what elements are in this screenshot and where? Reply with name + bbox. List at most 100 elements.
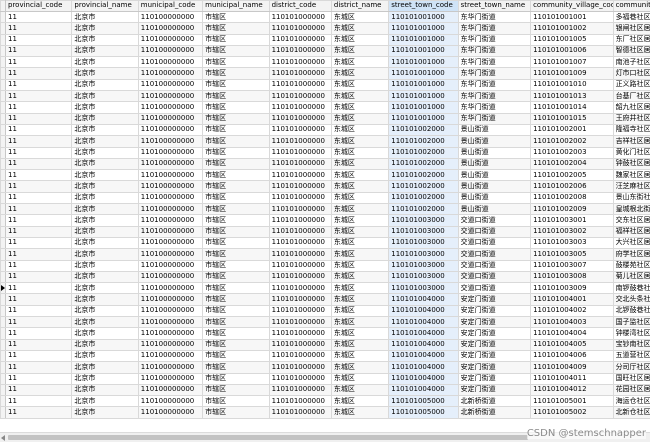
cell-district-name[interactable]: 东城区 [330,214,390,227]
cell-provincial-name[interactable]: 北京市 [71,236,139,250]
cell-municipal-code[interactable]: 110100000000 [137,56,204,69]
cell-municipal-code[interactable]: 110100000000 [137,338,204,351]
cell-provincial-code[interactable]: 11 [5,259,73,272]
cell-district-code[interactable]: 110101000000 [268,361,332,374]
cell-communit[interactable]: 府学社区居 [612,248,650,261]
cell-street-town-name[interactable]: 交道口街道 [457,236,532,250]
cell-municipal-name[interactable]: 市辖区 [202,293,270,306]
cell-provincial-code[interactable]: 11 [5,316,73,329]
cell-municipal-name[interactable]: 市辖区 [202,338,270,351]
cell-municipal-code[interactable]: 110100000000 [137,146,204,159]
cell-district-name[interactable]: 东城区 [330,236,390,250]
cell-municipal-code[interactable]: 110100000000 [137,123,204,137]
cell-district-code[interactable]: 110101000000 [268,191,332,205]
table-row[interactable]: 11 北京市 110100000000 市辖区 110101000000 东城区 11010… [0,112,650,125]
cell-municipal-code[interactable]: 110100000000 [137,304,204,318]
cell-community-village-code[interactable]: 110101002009 [530,203,614,216]
cell-provincial-name[interactable]: 北京市 [71,101,139,114]
cell-street-town-name[interactable]: 北新桥街道 [457,406,532,419]
cell-district-code[interactable]: 110101000000 [268,33,332,46]
cell-district-code[interactable]: 110101000000 [268,349,332,363]
cell-municipal-code[interactable]: 110100000000 [137,191,204,205]
cell-street-town-name[interactable]: 景山街道 [457,203,532,216]
cell-street-town-code[interactable]: 110101003000 [388,214,459,227]
cell-district-code[interactable]: 110101000000 [268,327,332,340]
cell-communit[interactable]: 国子监社区 [612,316,650,329]
cell-provincial-code[interactable]: 11 [5,180,73,193]
cell-district-name[interactable]: 东城区 [330,349,390,363]
cell-municipal-name[interactable]: 市辖区 [202,10,270,24]
cell-street-town-name[interactable]: 东华门街道 [457,101,532,114]
cell-provincial-code[interactable]: 11 [5,191,73,205]
cell-communit[interactable]: 钟楼湾社区 [612,327,650,340]
cell-community-village-code[interactable]: 110101004011 [530,372,614,385]
cell-municipal-code[interactable]: 110100000000 [137,157,204,171]
cell-district-code[interactable]: 110101000000 [268,169,332,182]
table-row[interactable]: 11 北京市 110100000000 市辖区 110101000000 东城区 11010… [0,101,650,114]
cell-street-town-name[interactable]: 安定门街道 [457,361,532,374]
cell-street-town-code[interactable]: 110101004000 [388,383,459,397]
cell-district-code[interactable]: 110101000000 [268,259,332,272]
cell-provincial-code[interactable]: 11 [5,78,73,92]
table-row[interactable]: 11 北京市 110100000000 市辖区 110101000000 东城区 11010… [0,349,650,363]
cell-provincial-name[interactable]: 北京市 [71,270,139,284]
cell-communit[interactable]: 银闸社区居 [612,22,650,35]
cell-municipal-code[interactable]: 110100000000 [137,203,204,216]
cell-municipal-name[interactable]: 市辖区 [202,123,270,137]
cell-community-village-code[interactable]: 110101001006 [530,44,614,58]
cell-municipal-code[interactable]: 110100000000 [137,361,204,374]
cell-communit[interactable]: 大兴社区居 [612,236,650,250]
cell-street-town-name[interactable]: 安定门街道 [457,383,532,397]
cell-community-village-code[interactable]: 110101001010 [530,78,614,92]
table-row[interactable]: 11 北京市 110100000000 市辖区 110101000000 东城区 11010… [0,372,650,385]
cell-provincial-name[interactable]: 北京市 [71,157,139,171]
table-row[interactable]: 11 北京市 110100000000 市辖区 110101000000 东城区 11010… [0,10,650,24]
cell-municipal-code[interactable]: 110100000000 [137,169,204,182]
cell-provincial-name[interactable]: 北京市 [71,112,139,125]
cell-provincial-name[interactable]: 北京市 [71,395,139,408]
cell-community-village-code[interactable]: 110101001007 [530,56,614,69]
cell-district-code[interactable]: 110101000000 [268,372,332,385]
cell-community-village-code[interactable]: 110101001005 [530,33,614,46]
cell-district-code[interactable]: 110101000000 [268,316,332,329]
table-row[interactable]: 11 北京市 110100000000 市辖区 110101000000 东城区 11010… [0,316,650,329]
cell-street-town-code[interactable]: 110101002000 [388,203,459,216]
cell-street-town-code[interactable]: 110101003000 [388,270,459,284]
cell-street-town-name[interactable]: 安定门街道 [457,349,532,363]
cell-provincial-code[interactable]: 11 [5,338,73,351]
cell-district-name[interactable]: 东城区 [330,78,390,92]
cell-district-code[interactable]: 110101000000 [268,225,332,238]
cell-municipal-name[interactable]: 市辖区 [202,304,270,318]
cell-street-town-name[interactable]: 东华门街道 [457,10,532,24]
cell-provincial-code[interactable]: 11 [5,157,73,171]
cell-communit[interactable]: 灯市口社区 [612,67,650,80]
cell-district-name[interactable]: 东城区 [330,316,390,329]
cell-communit[interactable]: 菊儿社区居 [612,270,650,284]
cell-district-name[interactable]: 东城区 [330,180,390,193]
cell-municipal-name[interactable]: 市辖区 [202,191,270,205]
cell-provincial-code[interactable]: 11 [5,146,73,159]
cell-district-code[interactable]: 110101000000 [268,22,332,35]
cell-community-village-code[interactable]: 110101004002 [530,304,614,318]
cell-municipal-name[interactable]: 市辖区 [202,327,270,340]
cell-community-village-code[interactable]: 110101002005 [530,169,614,182]
cell-provincial-code[interactable]: 11 [5,248,73,261]
cell-provincial-code[interactable]: 11 [5,112,73,125]
cell-street-town-code[interactable]: 110101004000 [388,293,459,306]
cell-community-village-code[interactable]: 110101005001 [530,395,614,408]
cell-municipal-code[interactable]: 110100000000 [137,225,204,238]
cell-provincial-code[interactable]: 11 [5,395,73,408]
cell-municipal-name[interactable]: 市辖区 [202,248,270,261]
cell-district-name[interactable]: 东城区 [330,90,390,103]
cell-municipal-code[interactable]: 110100000000 [137,90,204,103]
table-row[interactable]: 11 北京市 110100000000 市辖区 110101000000 东城区 11010… [0,236,650,250]
cell-municipal-code[interactable]: 110100000000 [137,135,204,148]
cell-street-town-code[interactable]: 110101003000 [388,282,459,295]
cell-district-code[interactable]: 110101000000 [268,180,332,193]
cell-municipal-code[interactable]: 110100000000 [137,10,204,24]
cell-community-village-code[interactable]: 110101005002 [530,406,614,419]
cell-street-town-code[interactable]: 110101005000 [388,406,459,419]
cell-provincial-name[interactable]: 北京市 [71,10,139,24]
cell-street-town-name[interactable]: 交道口街道 [457,270,532,284]
table-row[interactable]: 11 北京市 110100000000 市辖区 110101000000 东城区 11010… [0,33,650,46]
